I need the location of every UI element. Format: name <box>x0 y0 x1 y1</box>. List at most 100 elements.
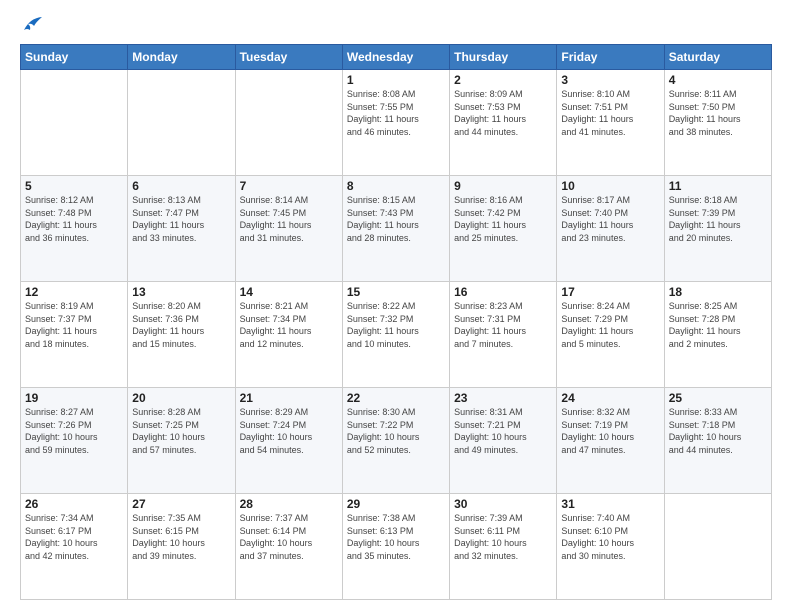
day-number: 18 <box>669 285 767 299</box>
calendar-cell: 14Sunrise: 8:21 AM Sunset: 7:34 PM Dayli… <box>235 282 342 388</box>
calendar-cell <box>21 70 128 176</box>
day-number: 27 <box>132 497 230 511</box>
day-number: 6 <box>132 179 230 193</box>
day-info: Sunrise: 8:29 AM Sunset: 7:24 PM Dayligh… <box>240 406 338 456</box>
weekday-header-thursday: Thursday <box>450 45 557 70</box>
calendar-cell: 17Sunrise: 8:24 AM Sunset: 7:29 PM Dayli… <box>557 282 664 388</box>
calendar-cell: 4Sunrise: 8:11 AM Sunset: 7:50 PM Daylig… <box>664 70 771 176</box>
calendar-cell: 30Sunrise: 7:39 AM Sunset: 6:11 PM Dayli… <box>450 494 557 600</box>
day-info: Sunrise: 8:25 AM Sunset: 7:28 PM Dayligh… <box>669 300 767 350</box>
calendar-cell: 6Sunrise: 8:13 AM Sunset: 7:47 PM Daylig… <box>128 176 235 282</box>
day-info: Sunrise: 8:19 AM Sunset: 7:37 PM Dayligh… <box>25 300 123 350</box>
calendar-cell: 22Sunrise: 8:30 AM Sunset: 7:22 PM Dayli… <box>342 388 449 494</box>
calendar-week-row: 19Sunrise: 8:27 AM Sunset: 7:26 PM Dayli… <box>21 388 772 494</box>
day-info: Sunrise: 8:17 AM Sunset: 7:40 PM Dayligh… <box>561 194 659 244</box>
day-number: 30 <box>454 497 552 511</box>
weekday-header-saturday: Saturday <box>664 45 771 70</box>
logo <box>20 16 44 34</box>
day-number: 29 <box>347 497 445 511</box>
day-number: 2 <box>454 73 552 87</box>
calendar-cell: 13Sunrise: 8:20 AM Sunset: 7:36 PM Dayli… <box>128 282 235 388</box>
day-number: 8 <box>347 179 445 193</box>
day-number: 22 <box>347 391 445 405</box>
day-info: Sunrise: 8:33 AM Sunset: 7:18 PM Dayligh… <box>669 406 767 456</box>
calendar-table: SundayMondayTuesdayWednesdayThursdayFrid… <box>20 44 772 600</box>
calendar-cell <box>235 70 342 176</box>
calendar-cell: 20Sunrise: 8:28 AM Sunset: 7:25 PM Dayli… <box>128 388 235 494</box>
weekday-header-monday: Monday <box>128 45 235 70</box>
header <box>20 16 772 34</box>
calendar-week-row: 12Sunrise: 8:19 AM Sunset: 7:37 PM Dayli… <box>21 282 772 388</box>
day-info: Sunrise: 8:23 AM Sunset: 7:31 PM Dayligh… <box>454 300 552 350</box>
day-info: Sunrise: 8:15 AM Sunset: 7:43 PM Dayligh… <box>347 194 445 244</box>
calendar-header-row: SundayMondayTuesdayWednesdayThursdayFrid… <box>21 45 772 70</box>
day-info: Sunrise: 7:35 AM Sunset: 6:15 PM Dayligh… <box>132 512 230 562</box>
day-info: Sunrise: 8:24 AM Sunset: 7:29 PM Dayligh… <box>561 300 659 350</box>
calendar-cell: 3Sunrise: 8:10 AM Sunset: 7:51 PM Daylig… <box>557 70 664 176</box>
day-number: 14 <box>240 285 338 299</box>
day-info: Sunrise: 8:16 AM Sunset: 7:42 PM Dayligh… <box>454 194 552 244</box>
calendar-cell: 2Sunrise: 8:09 AM Sunset: 7:53 PM Daylig… <box>450 70 557 176</box>
calendar-cell: 8Sunrise: 8:15 AM Sunset: 7:43 PM Daylig… <box>342 176 449 282</box>
day-number: 17 <box>561 285 659 299</box>
day-info: Sunrise: 8:10 AM Sunset: 7:51 PM Dayligh… <box>561 88 659 138</box>
day-number: 4 <box>669 73 767 87</box>
calendar-cell: 29Sunrise: 7:38 AM Sunset: 6:13 PM Dayli… <box>342 494 449 600</box>
day-info: Sunrise: 8:18 AM Sunset: 7:39 PM Dayligh… <box>669 194 767 244</box>
calendar-cell: 28Sunrise: 7:37 AM Sunset: 6:14 PM Dayli… <box>235 494 342 600</box>
day-info: Sunrise: 8:30 AM Sunset: 7:22 PM Dayligh… <box>347 406 445 456</box>
calendar-cell: 7Sunrise: 8:14 AM Sunset: 7:45 PM Daylig… <box>235 176 342 282</box>
day-number: 20 <box>132 391 230 405</box>
calendar-cell: 24Sunrise: 8:32 AM Sunset: 7:19 PM Dayli… <box>557 388 664 494</box>
calendar-cell: 23Sunrise: 8:31 AM Sunset: 7:21 PM Dayli… <box>450 388 557 494</box>
day-number: 13 <box>132 285 230 299</box>
calendar-cell: 15Sunrise: 8:22 AM Sunset: 7:32 PM Dayli… <box>342 282 449 388</box>
calendar-week-row: 1Sunrise: 8:08 AM Sunset: 7:55 PM Daylig… <box>21 70 772 176</box>
day-info: Sunrise: 8:11 AM Sunset: 7:50 PM Dayligh… <box>669 88 767 138</box>
day-info: Sunrise: 8:22 AM Sunset: 7:32 PM Dayligh… <box>347 300 445 350</box>
day-info: Sunrise: 7:38 AM Sunset: 6:13 PM Dayligh… <box>347 512 445 562</box>
day-info: Sunrise: 7:40 AM Sunset: 6:10 PM Dayligh… <box>561 512 659 562</box>
weekday-header-tuesday: Tuesday <box>235 45 342 70</box>
day-number: 23 <box>454 391 552 405</box>
calendar-cell: 19Sunrise: 8:27 AM Sunset: 7:26 PM Dayli… <box>21 388 128 494</box>
calendar-cell: 9Sunrise: 8:16 AM Sunset: 7:42 PM Daylig… <box>450 176 557 282</box>
day-number: 16 <box>454 285 552 299</box>
day-number: 1 <box>347 73 445 87</box>
page: SundayMondayTuesdayWednesdayThursdayFrid… <box>0 0 792 612</box>
day-info: Sunrise: 8:32 AM Sunset: 7:19 PM Dayligh… <box>561 406 659 456</box>
logo-bird-icon <box>22 16 44 34</box>
day-number: 7 <box>240 179 338 193</box>
day-info: Sunrise: 8:21 AM Sunset: 7:34 PM Dayligh… <box>240 300 338 350</box>
weekday-header-wednesday: Wednesday <box>342 45 449 70</box>
day-number: 9 <box>454 179 552 193</box>
calendar-cell: 11Sunrise: 8:18 AM Sunset: 7:39 PM Dayli… <box>664 176 771 282</box>
day-number: 31 <box>561 497 659 511</box>
day-number: 10 <box>561 179 659 193</box>
day-info: Sunrise: 8:08 AM Sunset: 7:55 PM Dayligh… <box>347 88 445 138</box>
day-info: Sunrise: 8:27 AM Sunset: 7:26 PM Dayligh… <box>25 406 123 456</box>
weekday-header-sunday: Sunday <box>21 45 128 70</box>
day-info: Sunrise: 8:28 AM Sunset: 7:25 PM Dayligh… <box>132 406 230 456</box>
day-info: Sunrise: 7:39 AM Sunset: 6:11 PM Dayligh… <box>454 512 552 562</box>
calendar-cell: 16Sunrise: 8:23 AM Sunset: 7:31 PM Dayli… <box>450 282 557 388</box>
day-info: Sunrise: 8:31 AM Sunset: 7:21 PM Dayligh… <box>454 406 552 456</box>
calendar-cell: 27Sunrise: 7:35 AM Sunset: 6:15 PM Dayli… <box>128 494 235 600</box>
calendar-cell: 31Sunrise: 7:40 AM Sunset: 6:10 PM Dayli… <box>557 494 664 600</box>
day-number: 26 <box>25 497 123 511</box>
day-info: Sunrise: 7:34 AM Sunset: 6:17 PM Dayligh… <box>25 512 123 562</box>
day-number: 24 <box>561 391 659 405</box>
calendar-cell: 18Sunrise: 8:25 AM Sunset: 7:28 PM Dayli… <box>664 282 771 388</box>
calendar-cell: 1Sunrise: 8:08 AM Sunset: 7:55 PM Daylig… <box>342 70 449 176</box>
calendar-cell: 21Sunrise: 8:29 AM Sunset: 7:24 PM Dayli… <box>235 388 342 494</box>
day-number: 25 <box>669 391 767 405</box>
day-number: 28 <box>240 497 338 511</box>
weekday-header-friday: Friday <box>557 45 664 70</box>
calendar-cell: 25Sunrise: 8:33 AM Sunset: 7:18 PM Dayli… <box>664 388 771 494</box>
day-info: Sunrise: 8:20 AM Sunset: 7:36 PM Dayligh… <box>132 300 230 350</box>
day-info: Sunrise: 8:09 AM Sunset: 7:53 PM Dayligh… <box>454 88 552 138</box>
calendar-cell: 5Sunrise: 8:12 AM Sunset: 7:48 PM Daylig… <box>21 176 128 282</box>
day-number: 21 <box>240 391 338 405</box>
day-number: 5 <box>25 179 123 193</box>
calendar-cell: 10Sunrise: 8:17 AM Sunset: 7:40 PM Dayli… <box>557 176 664 282</box>
